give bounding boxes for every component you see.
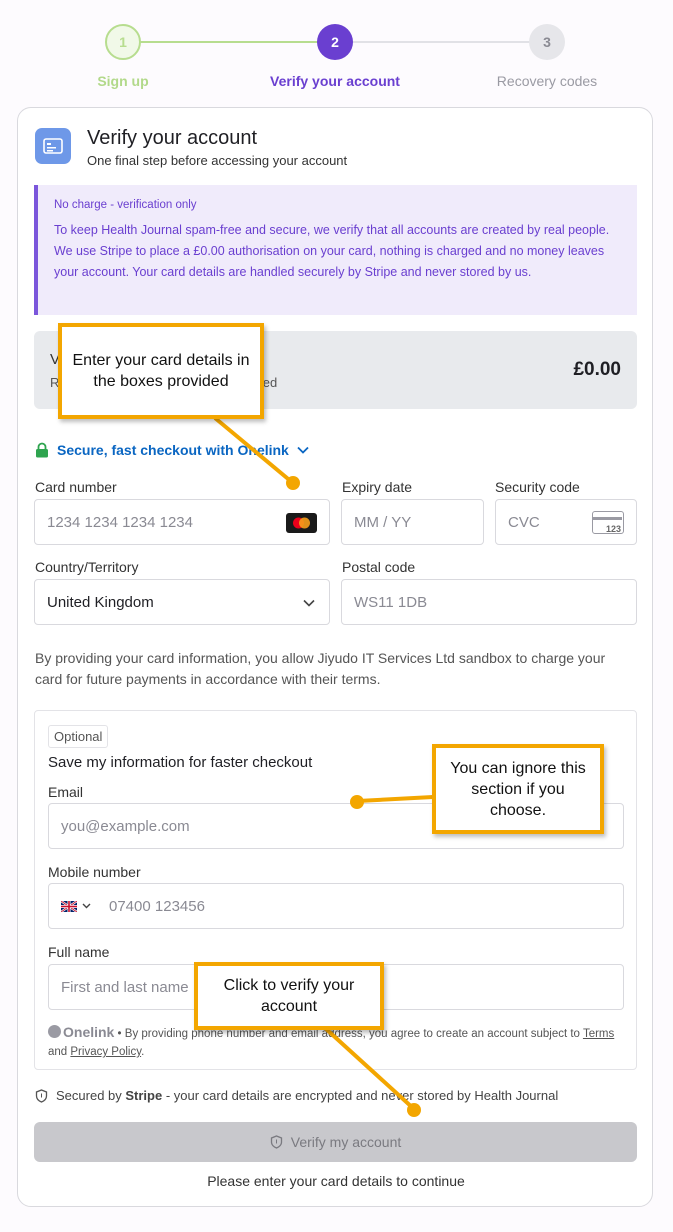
expiry-input[interactable]: MM / YY (341, 499, 484, 545)
verification-notice: No charge - verification only To keep He… (34, 185, 637, 315)
expiry-label: Expiry date (342, 479, 413, 495)
terms-link[interactable]: Terms (583, 1028, 614, 1040)
chevron-down-icon (82, 903, 91, 909)
notice-body: To keep Health Journal spam-free and sec… (54, 223, 610, 279)
onelink-toggle[interactable]: Secure, fast checkout with Onelink (35, 442, 309, 458)
postal-code-input[interactable]: WS11 1DB (341, 579, 637, 625)
country-label: Country/Territory (35, 559, 139, 575)
postal-code-label: Postal code (342, 559, 416, 575)
optional-tag: Optional (48, 725, 109, 748)
help-text: Please enter your card details to contin… (207, 1173, 465, 1189)
secured-by-stripe: Secured by Stripe - your card details ar… (35, 1088, 558, 1103)
progress-stepper: 1 2 3 Sign up Verify your account Recove… (0, 0, 673, 105)
email-label: Email (48, 784, 84, 800)
shield-icon (270, 1135, 282, 1149)
verify-callout-dot (407, 1103, 421, 1117)
step-3-label: Recovery codes (496, 73, 598, 89)
onelink-label: Secure, fast checkout with Onelink (57, 442, 289, 458)
step-1-label: Sign up (97, 73, 149, 89)
email-placeholder: you@example.com (61, 817, 190, 835)
card-number-label: Card number (35, 479, 117, 495)
verify-callout: Click to verify your account (194, 962, 384, 1030)
mobile-input[interactable]: 07400 123456 (48, 883, 624, 929)
notice-title: No charge - verification only (54, 199, 197, 211)
secured-suffix: - your card details are encrypted and ne… (162, 1088, 559, 1103)
optional-title: Save my information for faster checkout (48, 754, 313, 771)
chevron-down-icon (303, 599, 315, 607)
optional-callout-dot (350, 795, 364, 809)
uk-flag-icon[interactable] (61, 900, 91, 912)
card-number-placeholder: 1234 1234 1234 1234 (47, 513, 193, 531)
lock-icon (36, 442, 48, 458)
step-3-circle: 3 (529, 24, 565, 60)
card-callout-dot (286, 476, 300, 490)
full-name-label: Full name (48, 944, 110, 960)
full-name-placeholder: First and last name (61, 978, 189, 996)
and-text: and (48, 1046, 71, 1058)
cvc-icon-text: 123 (605, 524, 621, 534)
verify-card: Verify your account One final step befor… (17, 107, 653, 1207)
mobile-label: Mobile number (48, 864, 141, 880)
mastercard-icon (286, 513, 317, 533)
verify-button-label: Verify my account (290, 1134, 402, 1150)
onelink-brand: Onelink (63, 1024, 115, 1040)
cvc-placeholder: CVC (508, 513, 540, 531)
credit-card-icon (35, 128, 71, 164)
consent-text: By providing your card information, you … (35, 650, 606, 687)
step-2-circle: 2 (317, 24, 353, 60)
stripe-brand: Stripe (125, 1088, 163, 1103)
summary-amount: £0.00 (573, 359, 621, 380)
onelink-logo-icon (48, 1025, 61, 1038)
step-connector-pending (352, 41, 530, 43)
cvc-input[interactable]: CVC 123 (495, 499, 637, 545)
mobile-placeholder: 07400 123456 (109, 897, 205, 915)
postal-code-placeholder: WS11 1DB (354, 593, 428, 611)
chevron-down-icon (297, 446, 309, 454)
optional-section-callout: You can ignore this section if you choos… (432, 744, 604, 834)
period-text: . (141, 1046, 145, 1058)
cvc-card-icon: 123 (592, 511, 624, 534)
privacy-policy-link[interactable]: Privacy Policy (70, 1046, 141, 1058)
expiry-placeholder: MM / YY (354, 513, 412, 531)
shield-icon (35, 1088, 48, 1103)
page-subtitle: One final step before accessing your acc… (87, 153, 348, 168)
country-value: United Kingdom (47, 593, 154, 611)
verify-account-button[interactable]: Verify my account (34, 1122, 637, 1162)
security-code-label: Security code (495, 479, 580, 495)
step-connector-done (140, 41, 318, 43)
card-details-callout: Enter your card details in the boxes pro… (58, 323, 264, 419)
secured-prefix: Secured by (56, 1088, 126, 1103)
step-1-circle: 1 (105, 24, 141, 60)
country-select[interactable]: United Kingdom (34, 579, 330, 625)
step-2-label: Verify your account (270, 73, 400, 89)
page-title: Verify your account (87, 127, 258, 149)
card-number-input[interactable]: 1234 1234 1234 1234 (34, 499, 330, 545)
